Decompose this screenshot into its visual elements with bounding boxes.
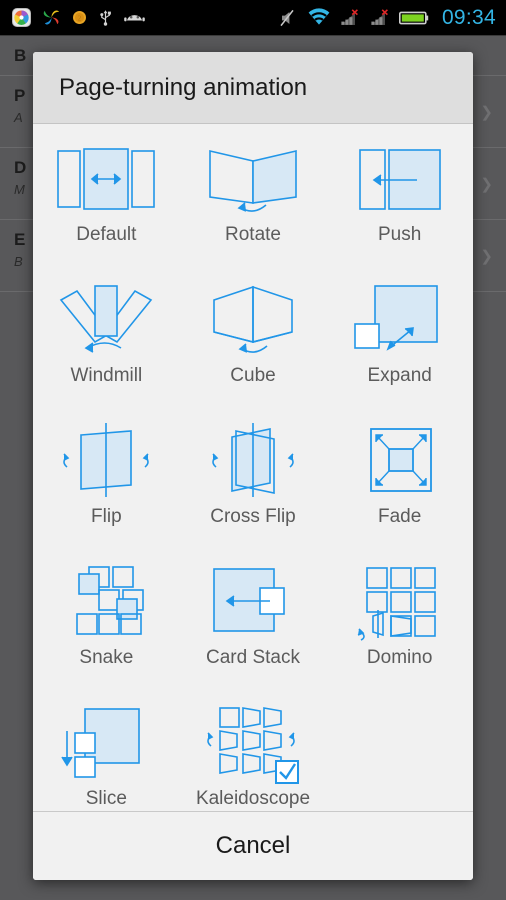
status-bar-system-icons: 09:34 (279, 6, 506, 30)
domino-animation-icon (335, 557, 465, 649)
volume-mute-icon (279, 9, 299, 27)
animation-option-label: Slice (85, 788, 127, 809)
flip-animation-icon (41, 416, 171, 508)
animation-option-label: Push (378, 224, 422, 245)
animation-option-label: Card Stack (206, 647, 300, 668)
animation-option-flip[interactable]: Flip (33, 416, 180, 557)
animation-option-label: Kaleidoscope (195, 788, 311, 809)
animation-option-kaleidoscope[interactable]: Kaleidoscope (180, 698, 327, 811)
snake-animation-icon (41, 557, 171, 649)
kaleidoscope-animation-icon (188, 698, 318, 790)
push-animation-icon (335, 134, 465, 226)
animation-options-grid: Default Rotate Push Windmill Cube Expand… (33, 124, 473, 811)
battery-icon (398, 10, 429, 26)
selected-check-badge (274, 760, 299, 784)
cross-flip-animation-icon (188, 416, 318, 508)
status-bar: 2 09:34 (0, 0, 506, 36)
page-turning-animation-dialog: Page-turning animation Default Rotate Pu… (33, 52, 473, 880)
usb-icon (98, 9, 113, 27)
cancel-button[interactable]: Cancel (216, 832, 291, 860)
wifi-icon (308, 8, 330, 26)
animation-option-label: Flip (91, 506, 122, 527)
slice-animation-icon (41, 698, 171, 790)
animation-option-label: Cross Flip (210, 506, 296, 527)
animation-option-label: Default (76, 224, 137, 245)
animation-option-snake[interactable]: Snake (33, 557, 180, 698)
signal-sim2-no-service-icon (369, 8, 390, 27)
animation-option-label: Rotate (225, 224, 281, 245)
animation-option-label: Cube (230, 365, 276, 386)
status-bar-notification-icons: 2 (0, 8, 145, 27)
animation-option-label: Snake (79, 647, 134, 668)
coin-icon: 2 (72, 10, 87, 25)
expand-animation-icon (335, 275, 465, 367)
animation-option-rotate[interactable]: Rotate (180, 134, 327, 275)
animation-option-label: Domino (366, 647, 433, 668)
status-bar-clock: 09:34 (441, 5, 496, 29)
animation-option-card-stack[interactable]: Card Stack (180, 557, 327, 698)
app-icon-pinwheel (42, 8, 61, 27)
chevron-right-icon: ❯ (480, 103, 493, 121)
chevron-right-icon: ❯ (480, 175, 493, 193)
svg-text:2: 2 (78, 15, 82, 23)
screen: 2 09:34 B P A ❯ D M ❯ E B ❯ Page-turning… (0, 0, 506, 900)
animation-option-cross-flip[interactable]: Cross Flip (180, 416, 327, 557)
card-stack-animation-icon (188, 557, 318, 649)
animation-option-push[interactable]: Push (326, 134, 473, 275)
animation-option-label: Fade (378, 506, 422, 527)
dialog-title: Page-turning animation (59, 73, 308, 101)
animation-option-slice[interactable]: Slice (33, 698, 180, 811)
animation-option-domino[interactable]: Domino (326, 557, 473, 698)
dialog-footer: Cancel (33, 811, 473, 880)
default-animation-icon (41, 134, 171, 226)
signal-sim1-no-service-icon (339, 8, 360, 27)
windmill-animation-icon (41, 275, 171, 367)
dialog-header: Page-turning animation (33, 52, 473, 124)
animation-option-cube[interactable]: Cube (180, 275, 327, 416)
animation-options-scroll[interactable]: Default Rotate Push Windmill Cube Expand… (33, 124, 473, 811)
animation-option-label: Windmill (70, 365, 143, 386)
android-icon (124, 11, 145, 25)
animation-option-windmill[interactable]: Windmill (33, 275, 180, 416)
app-icon-colorful (12, 8, 31, 27)
chevron-right-icon: ❯ (480, 247, 493, 265)
animation-option-fade[interactable]: Fade (326, 416, 473, 557)
animation-option-label: Expand (367, 365, 432, 386)
fade-animation-icon (335, 416, 465, 508)
rotate-animation-icon (188, 134, 318, 226)
animation-option-default[interactable]: Default (33, 134, 180, 275)
cube-animation-icon (188, 275, 318, 367)
animation-option-expand[interactable]: Expand (326, 275, 473, 416)
